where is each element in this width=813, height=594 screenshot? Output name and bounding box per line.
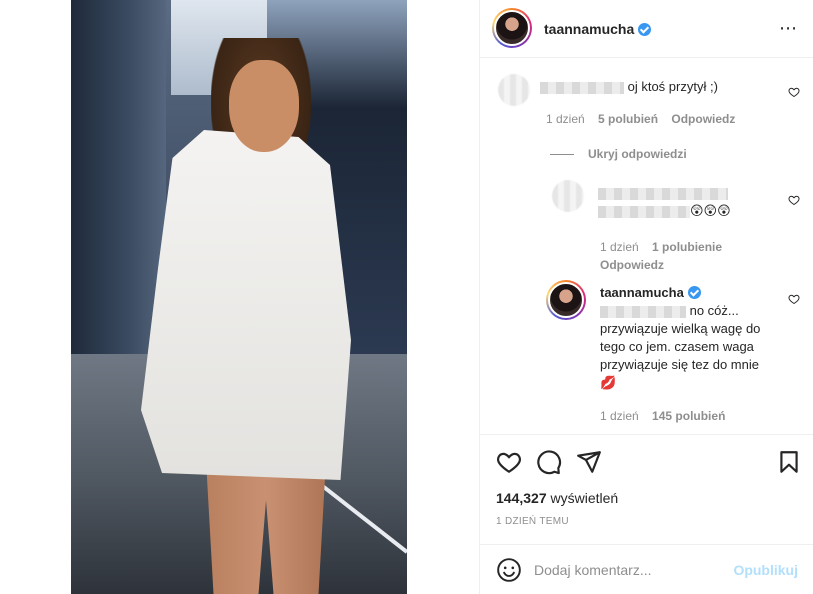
person-jacket: [141, 130, 351, 480]
views-count: 144,327: [496, 490, 547, 506]
commenter-username-blurred[interactable]: [540, 81, 624, 94]
verified-badge-icon: [638, 23, 652, 36]
comment-3-line2: przywiązuje wielką wagę do: [600, 321, 761, 336]
comment-3-likes[interactable]: 145 polubień: [652, 409, 725, 423]
emoji-picker-icon[interactable]: [496, 557, 522, 583]
views-label: wyświetleń: [546, 490, 619, 506]
media-area: [0, 0, 479, 594]
reply-avatar-blurred[interactable]: [552, 180, 584, 212]
author-username-row[interactable]: taannamucha: [544, 21, 652, 37]
reply-username-blurred[interactable]: [598, 187, 728, 200]
comment-3-meta: 1 dzień 145 polubień: [600, 409, 735, 423]
comment-3-line3: tego co jem. czasem waga: [600, 339, 754, 354]
person-face: [229, 60, 299, 152]
post-video[interactable]: [71, 0, 407, 594]
post-header: taannamucha ⋯: [480, 0, 813, 58]
comment-like-heart-icon[interactable]: [788, 86, 800, 98]
comment-2-time[interactable]: 1 dzień: [600, 240, 639, 254]
comment-1-reply-button[interactable]: Odpowiedz: [671, 112, 735, 126]
reply-author-avatar[interactable]: [546, 280, 586, 320]
mention-blurred[interactable]: [600, 305, 686, 318]
author-username[interactable]: taannamucha: [544, 21, 634, 37]
like-heart-icon[interactable]: [496, 449, 522, 475]
add-comment-bar: Opublikuj: [480, 544, 813, 594]
comment-1-meta: 1 dzień 5 polubień Odpowiedz: [546, 112, 745, 126]
author-reply-like-heart-icon[interactable]: [788, 293, 800, 305]
post-comment-button[interactable]: Opublikuj: [733, 562, 798, 578]
post-panel: taannamucha ⋯ oj ktoś przytył ;) 1 dzień…: [479, 0, 813, 594]
author-avatar[interactable]: [492, 8, 532, 48]
more-options-icon[interactable]: ⋯: [779, 18, 798, 39]
comment-1-time[interactable]: 1 dzień: [546, 112, 585, 126]
comment-3-username[interactable]: taannamucha: [600, 285, 684, 300]
commenter-avatar-blurred[interactable]: [498, 74, 530, 106]
post-timestamp[interactable]: 1 DZIEŃ TEMU: [496, 516, 569, 527]
replies-divider: [550, 154, 574, 155]
comment-3-emoji: 💋: [600, 375, 617, 390]
reply-like-heart-icon[interactable]: [788, 194, 800, 206]
comment-2-likes[interactable]: 1 polubienie: [652, 240, 722, 254]
post-actions: 144,327 wyświetleń 1 DZIEŃ TEMU: [480, 434, 813, 544]
save-bookmark-icon[interactable]: [776, 449, 802, 475]
comment-bubble-icon[interactable]: [536, 449, 562, 475]
comment-2: 😲😲😲: [598, 184, 748, 220]
comment-3-line4: przywiązuje się tez do mnie: [600, 357, 759, 372]
reply-text-blurred: [598, 205, 690, 218]
comment-input[interactable]: [534, 557, 734, 583]
comment-3-line1: no cóż...: [686, 303, 739, 318]
comment-3: taannamucha no cóż... przywiązuje wielką…: [600, 284, 780, 392]
hide-replies-button[interactable]: Ukryj odpowiedzi: [588, 147, 687, 161]
comment-1-likes[interactable]: 5 polubień: [598, 112, 658, 126]
comments-section: oj ktoś przytył ;) 1 dzień 5 polubień Od…: [480, 58, 813, 434]
comment-1-text: oj ktoś przytył ;): [624, 79, 718, 94]
verified-badge-icon: [687, 286, 701, 299]
comment-2-emoji: 😲😲😲: [690, 203, 731, 218]
comment-2-reply-button[interactable]: Odpowiedz: [600, 258, 664, 272]
views-count-row[interactable]: 144,327 wyświetleń: [496, 490, 618, 506]
comment-2-meta: 1 dzień 1 polubienie Odpowiedz: [600, 238, 732, 274]
comment-3-time[interactable]: 1 dzień: [600, 409, 639, 423]
share-send-icon[interactable]: [576, 449, 602, 475]
comment-1: oj ktoś przytył ;): [540, 78, 718, 96]
